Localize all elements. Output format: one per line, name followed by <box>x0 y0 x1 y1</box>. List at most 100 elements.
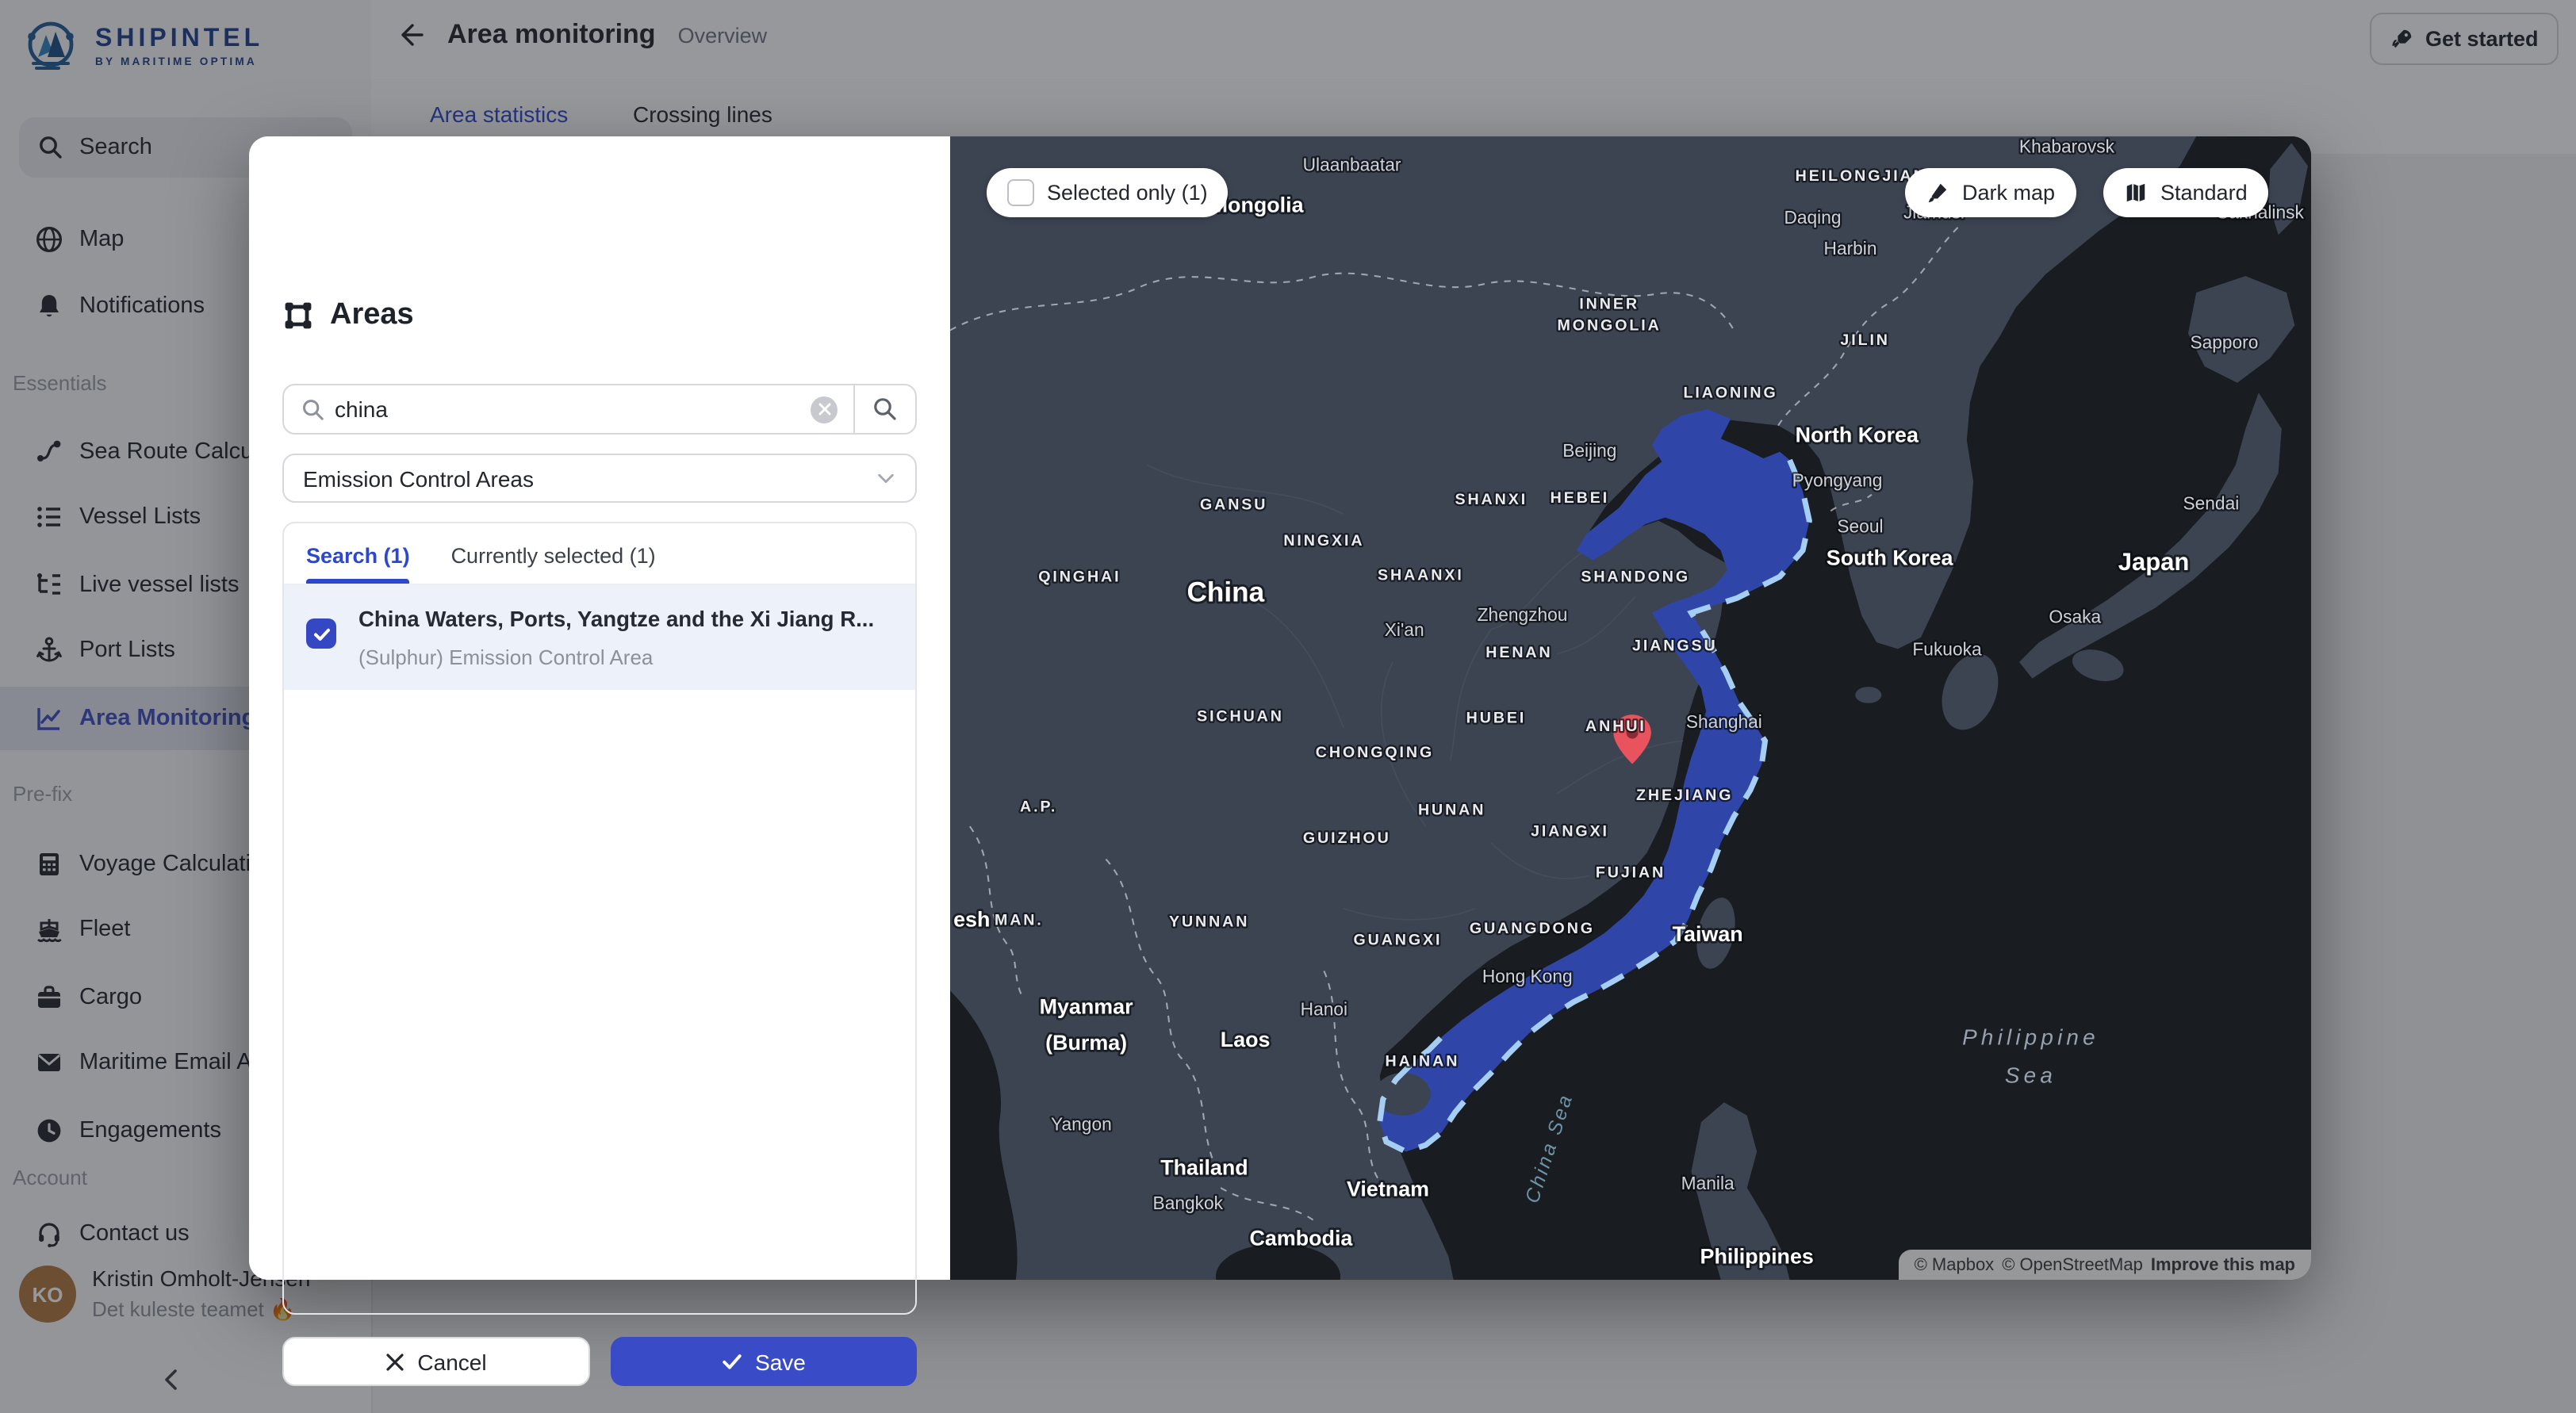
tab-currently-selected[interactable]: Currently selected (1) <box>451 544 656 584</box>
map-label: Khabarovsk <box>2019 136 2115 157</box>
map-label: MAN. <box>995 911 1044 929</box>
cancel-label: Cancel <box>417 1349 486 1374</box>
map-label: Thailand <box>1160 1155 1248 1179</box>
chevron-down-icon <box>876 468 896 488</box>
save-button[interactable]: Save <box>611 1337 917 1386</box>
map-label: HAINAN <box>1386 1053 1460 1070</box>
map-label: Myanmar <box>1040 994 1133 1018</box>
close-icon <box>385 1352 404 1371</box>
map-label: JIANGSU <box>1632 637 1718 654</box>
map-label: Philippine <box>1962 1025 2099 1050</box>
check-icon <box>722 1351 742 1372</box>
map-label: (Burma) <box>1045 1031 1127 1055</box>
map-label: GUANGDONG <box>1470 920 1595 937</box>
map-label: INNER <box>1579 296 1639 313</box>
map-label: Shanghai <box>1686 711 1762 732</box>
map-label: SHANDONG <box>1581 568 1690 585</box>
map-label: Bangkok <box>1153 1193 1224 1213</box>
map-label: CHONGQING <box>1316 744 1434 761</box>
check-icon <box>312 624 331 643</box>
area-search-input[interactable] <box>325 396 811 422</box>
map-label: Zhengzhou <box>1478 604 1568 625</box>
unchecked-checkbox[interactable] <box>1007 179 1034 206</box>
map-label: GUIZHOU <box>1303 829 1391 847</box>
map-label: SHANXI <box>1455 491 1528 508</box>
map-label: Taiwan <box>1673 922 1743 946</box>
map-label: HUBEI <box>1466 710 1527 727</box>
standard-map-button[interactable]: Standard <box>2103 168 2268 217</box>
map-label: A.P. <box>1020 798 1057 816</box>
area-result-title: China Waters, Ports, Yangtze and the Xi … <box>358 606 874 635</box>
map-label: Ulaanbaatar <box>1303 154 1401 174</box>
map-label: Seoul <box>1837 515 1883 536</box>
map-label: Sendai <box>2183 492 2240 513</box>
selected-only-label: Selected only (1) <box>1047 181 1208 205</box>
map-label: Daqing <box>1784 207 1841 228</box>
map-label: esh <box>953 908 990 932</box>
map-label: JILIN <box>1840 331 1889 349</box>
improve-map-link[interactable]: Improve this map <box>2151 1255 2295 1274</box>
map-label: JIANGXI <box>1531 823 1609 841</box>
map-label: SHAANXI <box>1378 566 1464 584</box>
map-label: Japan <box>2118 548 2190 576</box>
map-label: HENAN <box>1485 644 1552 661</box>
map-label: Fukuoka <box>1912 639 1982 660</box>
map-label: Osaka <box>2049 606 2101 626</box>
map-label: HUNAN <box>1418 802 1485 819</box>
map-label: North Korea <box>1796 423 1919 446</box>
dark-map-button[interactable]: Dark map <box>1905 168 2076 217</box>
map-label: Laos <box>1221 1028 1271 1051</box>
map-label: Hanoi <box>1301 998 1347 1019</box>
map-label: HEBEI <box>1551 489 1609 507</box>
map-label: Yangon <box>1051 1113 1112 1134</box>
checked-checkbox[interactable] <box>306 618 336 649</box>
areas-dialog: Areas Emission Con <box>249 136 2311 1280</box>
map-label: ZHEJIANG <box>1636 787 1733 804</box>
map-icon <box>2124 181 2148 205</box>
map-label: Harbin <box>1824 238 1877 258</box>
map-label: SICHUAN <box>1197 708 1284 726</box>
map-label: China <box>1187 576 1265 607</box>
results-panel: Search (1) Currently selected (1) China … <box>282 522 917 1315</box>
map-label: GUANGXI <box>1353 931 1442 948</box>
area-search-box <box>282 384 917 435</box>
map-attribution: © Mapbox © OpenStreetMap Improve this ma… <box>1899 1250 2311 1280</box>
map-label: FUJIAN <box>1596 864 1666 881</box>
modal-title: Areas <box>330 298 414 333</box>
map-label: Hong Kong <box>1482 966 1573 986</box>
map-label: GANSU <box>1200 496 1267 513</box>
area-result-subtitle: (Sulphur) Emission Control Area <box>358 645 874 668</box>
tab-search-results[interactable]: Search (1) <box>306 544 410 584</box>
map-label: Sapporo <box>2190 331 2258 352</box>
map-label: South Korea <box>1827 546 1954 570</box>
map-label: Pyongyang <box>1792 469 1883 490</box>
map-label: NINGXIA <box>1283 532 1364 550</box>
area-result-row[interactable]: China Waters, Ports, Yangtze and the Xi … <box>284 585 915 689</box>
mapbox-link[interactable]: © Mapbox <box>1915 1255 1995 1274</box>
area-type-dropdown[interactable]: Emission Control Areas <box>282 454 917 503</box>
map-label: YUNNAN <box>1169 913 1249 931</box>
map-label: Sea <box>2005 1063 2057 1087</box>
save-label: Save <box>755 1349 806 1374</box>
clear-search-icon[interactable] <box>811 396 838 423</box>
map-label: ANHUI <box>1585 718 1646 735</box>
map-panel[interactable]: UlaanbaatarMongoliaKhabarovskHEILONGJIAN… <box>950 136 2311 1280</box>
paintbrush-icon <box>1926 181 1949 205</box>
map-label: Beijing <box>1562 440 1616 461</box>
map-label: Philippines <box>1700 1244 1814 1268</box>
map-label: Xi'an <box>1385 619 1424 640</box>
area-polygon-icon <box>282 300 314 331</box>
map-label: QINGHAI <box>1038 568 1121 585</box>
map-label: Manila <box>1681 1173 1735 1193</box>
cancel-button[interactable]: Cancel <box>282 1337 590 1386</box>
search-submit-button[interactable] <box>853 384 915 435</box>
map-label: LIAONING <box>1684 384 1778 401</box>
map-canvas[interactable]: UlaanbaatarMongoliaKhabarovskHEILONGJIAN… <box>950 136 2311 1280</box>
search-icon <box>872 396 898 422</box>
search-icon <box>301 397 325 421</box>
map-label: Cambodia <box>1250 1226 1354 1250</box>
areas-modal: Areas Emission Con <box>249 136 950 1280</box>
osm-link[interactable]: © OpenStreetMap <box>2002 1255 2143 1274</box>
dropdown-value: Emission Control Areas <box>303 465 534 491</box>
selected-only-toggle[interactable]: Selected only (1) <box>987 168 1229 217</box>
